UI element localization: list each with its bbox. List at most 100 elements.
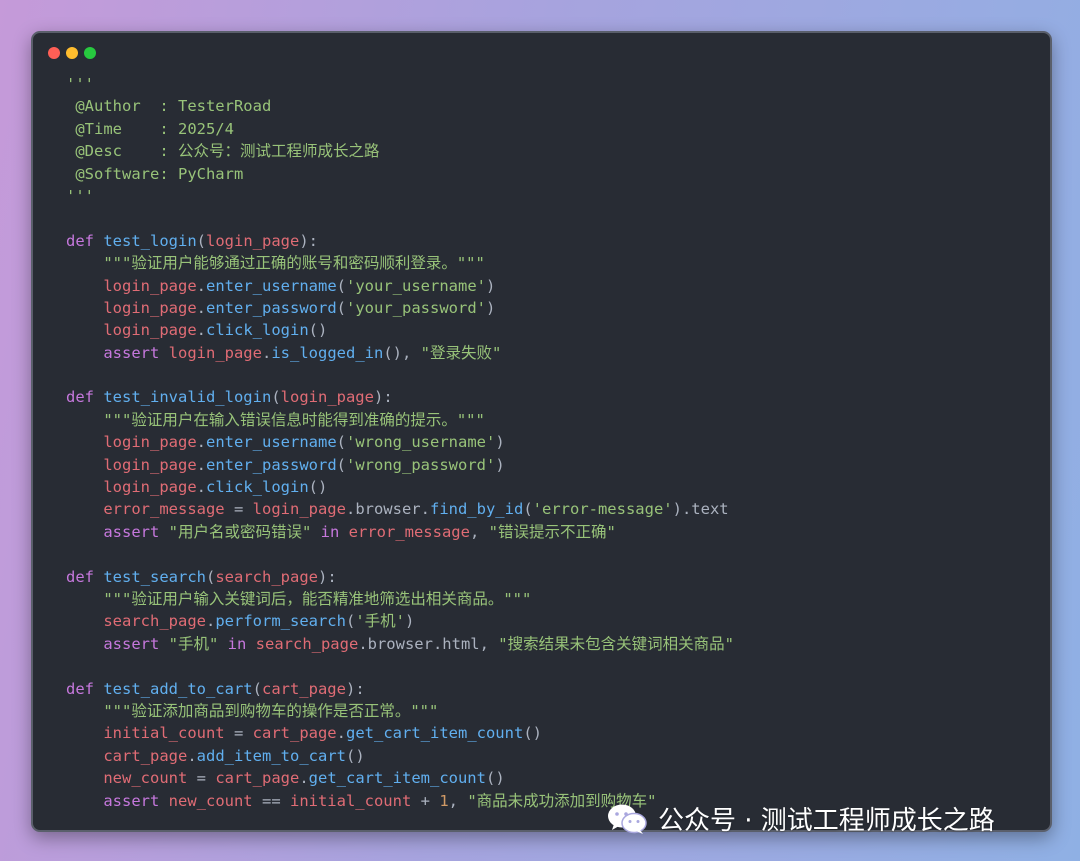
code-token: login_page	[103, 298, 197, 317]
code-token: '''	[66, 186, 94, 205]
code-block: ''' @Author : TesterRoad @Time : 2025/4 …	[66, 73, 1040, 812]
code-line: assert "用户名或密码错误" in error_message, "错误提…	[66, 521, 1040, 543]
code-token: (	[271, 388, 281, 407]
code-token: ,	[469, 522, 489, 541]
code-line: cart_page.add_item_to_cart()	[66, 745, 1040, 767]
code-line: """验证用户输入关键词后，能否精准地筛选出相关商品。"""	[66, 588, 1040, 610]
code-token: @Author : TesterRoad	[66, 97, 272, 116]
code-token: new_count	[103, 769, 188, 788]
code-token: .	[196, 433, 206, 452]
code-token: enter_username	[206, 276, 337, 295]
code-token: .browser.	[345, 500, 430, 519]
code-token: get_cart_item_count	[308, 769, 486, 788]
code-token: )	[485, 298, 496, 317]
code-token: (	[336, 276, 346, 295]
code-token: .	[196, 478, 206, 497]
code-token: (	[196, 231, 206, 250]
code-token: .	[187, 746, 197, 765]
code-token: def	[66, 679, 104, 698]
code-line: def test_login(login_page):	[66, 230, 1040, 252]
code-token: .browser.html,	[358, 634, 499, 653]
code-token: "登录失败"	[420, 343, 502, 362]
code-line: @Time : 2025/4	[66, 118, 1040, 140]
code-line: @Software: PyCharm	[66, 163, 1040, 185]
code-token: 'error-message'	[532, 500, 673, 519]
code-line: """验证用户能够通过正确的账号和密码顺利登录。"""	[66, 252, 1040, 274]
code-token: login_page	[252, 500, 346, 519]
code-line: error_message = login_page.browser.find_…	[66, 498, 1040, 520]
code-token: .	[261, 343, 272, 362]
code-token: )	[495, 455, 505, 474]
code-token: ()	[485, 769, 505, 788]
code-token: "手机"	[168, 634, 219, 653]
code-line: @Author : TesterRoad	[66, 95, 1040, 117]
code-token: (	[252, 679, 262, 698]
code-token: test_add_to_cart	[103, 679, 253, 698]
code-token: =	[224, 724, 253, 743]
code-token: error_message	[348, 522, 470, 541]
code-token: login_page	[103, 321, 197, 340]
code-line: login_page.enter_password('your_password…	[66, 297, 1040, 319]
code-token: )	[495, 433, 505, 452]
code-line: def test_search(search_page):	[66, 566, 1040, 588]
code-line: """验证添加商品到购物车的操作是否正常。"""	[66, 700, 1040, 722]
code-line: def test_invalid_login(login_page):	[66, 386, 1040, 408]
code-token: click_login	[206, 478, 309, 497]
code-token: =	[224, 500, 253, 519]
code-token: ).text	[672, 500, 729, 519]
code-token: """验证用户在输入错误信息时能得到准确的提示。"""	[103, 410, 485, 429]
code-token: initial_count	[103, 724, 225, 743]
code-token: login_page	[280, 388, 374, 407]
code-token: .	[196, 321, 206, 340]
code-token: 'wrong_username'	[346, 433, 496, 452]
code-token: login_page	[103, 433, 197, 452]
code-token: @Software: PyCharm	[66, 164, 244, 183]
code-token: def	[66, 567, 104, 586]
code-token: ,	[448, 791, 468, 810]
code-token: login_page	[103, 276, 197, 295]
code-token: def	[66, 231, 104, 250]
code-token: ):	[317, 567, 337, 586]
code-token: "搜索结果未包含关键词相关商品"	[498, 634, 734, 653]
code-token: (),	[383, 343, 421, 362]
zoom-button[interactable]	[84, 47, 96, 59]
code-line: '''	[66, 73, 1040, 95]
code-token: )	[485, 276, 496, 295]
code-token: cart_page	[261, 679, 346, 698]
close-button[interactable]	[48, 47, 60, 59]
code-line: assert login_page.is_logged_in(), "登录失败"	[66, 342, 1040, 364]
watermark-text: 公众号 · 测试工程师成长之路	[658, 806, 995, 836]
code-line: search_page.perform_search('手机')	[66, 610, 1040, 632]
code-token: login_page	[168, 343, 262, 362]
code-token: """验证用户能够通过正确的账号和密码顺利登录。"""	[103, 254, 485, 273]
code-token: 'wrong_password'	[346, 455, 496, 474]
code-token: 'your_password'	[346, 298, 486, 317]
code-line: login_page.enter_username('your_username…	[66, 275, 1040, 297]
minimize-button[interactable]	[66, 47, 78, 59]
code-token: in	[311, 522, 349, 541]
code-token: @Desc : 公众号：测试工程师成长之路	[66, 142, 380, 161]
code-token: perform_search	[215, 612, 346, 631]
code-token: def	[66, 388, 104, 407]
code-token: find_by_id	[429, 500, 524, 519]
code-token: click_login	[206, 321, 309, 340]
code-line: """验证用户在输入错误信息时能得到准确的提示。"""	[66, 409, 1040, 431]
code-token: cart_page	[252, 724, 337, 743]
code-token: login_page	[103, 478, 197, 497]
code-token: enter_password	[206, 298, 337, 317]
code-line: initial_count = cart_page.get_cart_item_…	[66, 722, 1040, 744]
code-token: ()	[523, 724, 542, 743]
